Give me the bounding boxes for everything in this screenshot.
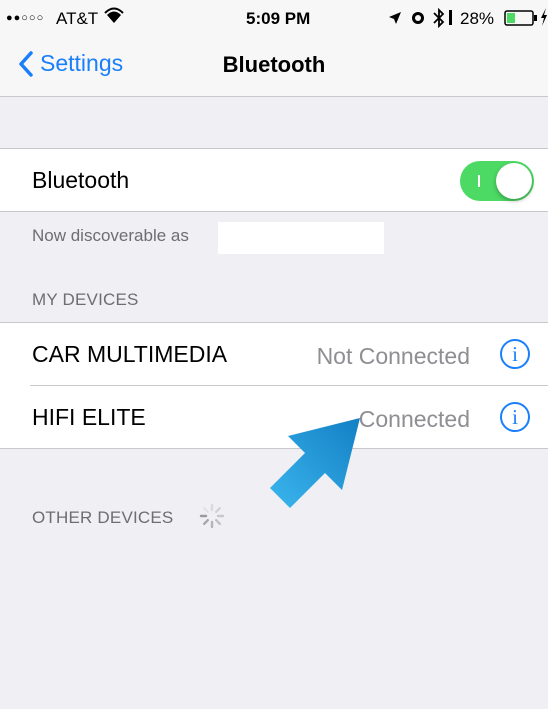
battery-percent: 28% bbox=[460, 9, 495, 28]
navigation-bar: Settings Bluetooth bbox=[0, 36, 548, 97]
device-row-car-multimedia[interactable]: CAR MULTIMEDIA Not Connected i bbox=[0, 323, 548, 385]
device-status: Connected bbox=[358, 406, 470, 432]
battery-icon bbox=[504, 10, 538, 31]
device-name: CAR MULTIMEDIA bbox=[32, 341, 228, 367]
other-devices-header: OTHER DEVICES bbox=[32, 508, 174, 527]
info-icon[interactable]: i bbox=[500, 402, 530, 432]
device-name: HIFI ELITE bbox=[32, 404, 146, 430]
bluetooth-icon-2 bbox=[448, 7, 454, 32]
signal-dots-icon: ●●○○○ bbox=[6, 12, 45, 24]
bluetooth-toggle[interactable] bbox=[460, 161, 534, 201]
discoverable-note: Now discoverable as bbox=[32, 226, 189, 245]
bluetooth-icon bbox=[432, 7, 446, 33]
status-time: 5:09 PM bbox=[246, 9, 311, 28]
wifi-icon bbox=[104, 7, 124, 30]
status-bar: ●●○○○ AT&T 5:09 PM 28% bbox=[0, 0, 548, 36]
arrow-annotation-icon bbox=[270, 418, 360, 508]
my-devices-header: MY DEVICES bbox=[32, 290, 139, 309]
carrier-label: AT&T bbox=[56, 9, 99, 28]
info-icon[interactable]: i bbox=[500, 339, 530, 369]
device-status: Not Connected bbox=[316, 343, 470, 369]
charging-icon bbox=[540, 8, 548, 31]
alarm-icon bbox=[410, 9, 426, 30]
bluetooth-row: Bluetooth bbox=[0, 149, 548, 211]
spinner-icon bbox=[199, 503, 225, 529]
bluetooth-toggle-group: Bluetooth bbox=[0, 148, 548, 212]
toggle-knob bbox=[496, 163, 532, 199]
bluetooth-row-label: Bluetooth bbox=[32, 167, 130, 193]
page-title: Bluetooth bbox=[222, 52, 326, 77]
toggle-on-indicator bbox=[478, 175, 480, 187]
device-name-redacted bbox=[218, 222, 384, 254]
location-icon bbox=[388, 10, 402, 30]
